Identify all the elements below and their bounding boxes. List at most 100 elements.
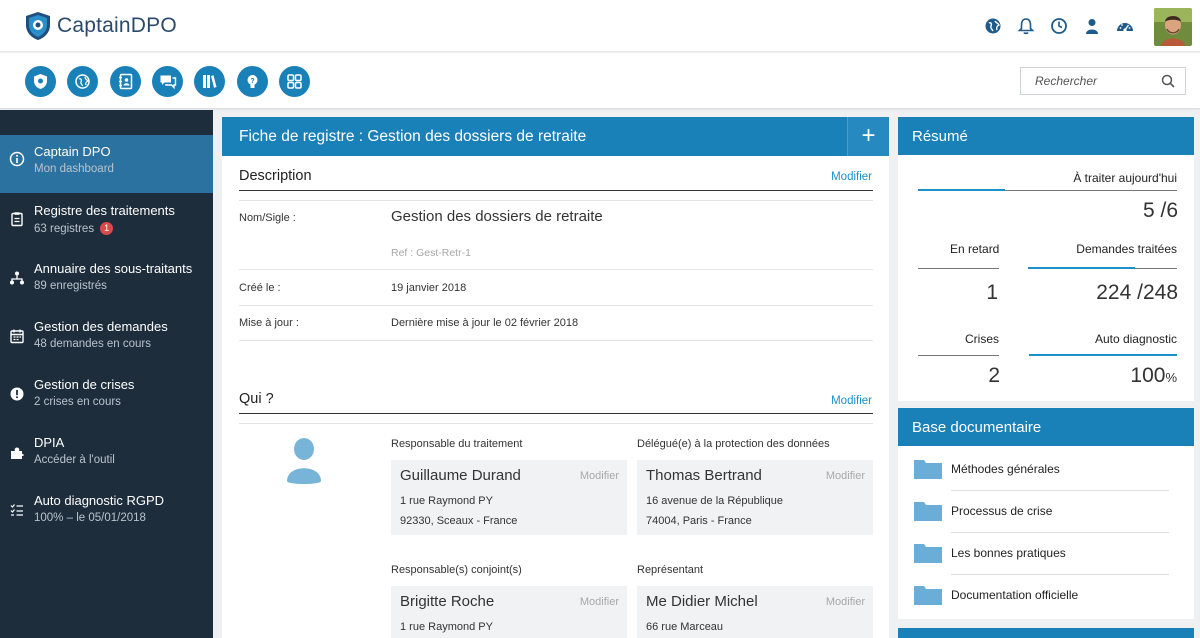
- contact-name: Me Didier Michel: [646, 593, 758, 610]
- diag-value: 100%: [1130, 364, 1177, 388]
- person-icon: [287, 438, 321, 484]
- calendar-icon: [10, 329, 24, 344]
- contact-address-line2: 74004, Paris - France: [646, 515, 752, 527]
- today-progress: [918, 189, 1005, 191]
- toolbar-address-book-button[interactable]: [110, 66, 141, 97]
- contact-name: Thomas Bertrand: [646, 467, 762, 484]
- toolbar-chat-button[interactable]: [152, 66, 183, 97]
- notification-badge: 1: [100, 222, 114, 235]
- card-caption: Responsable du traitement: [391, 438, 523, 450]
- toolbar-globe-button[interactable]: [67, 66, 98, 97]
- doc-label: Documentation officielle: [951, 588, 1079, 602]
- resume-title: Résumé: [912, 128, 968, 145]
- puzzle-icon: [11, 447, 24, 459]
- add-button[interactable]: +: [847, 117, 889, 156]
- late-label: En retard: [950, 242, 1000, 256]
- toolbar-lightbulb-button[interactable]: ?: [237, 66, 268, 97]
- doc-item[interactable]: Méthodes générales: [914, 449, 1169, 491]
- folder-icon: [914, 460, 942, 479]
- info-icon: [9, 151, 25, 167]
- handled-progress: [1028, 267, 1135, 269]
- today-label: À traiter aujourd'hui: [1073, 171, 1177, 185]
- chat-icon: [160, 75, 176, 90]
- user-avatar[interactable]: [1154, 8, 1192, 46]
- clock-icon[interactable]: [1050, 17, 1068, 35]
- sidebar-item-dpia[interactable]: DPIA Accéder à l'outil: [0, 425, 213, 483]
- books-icon: [203, 75, 217, 88]
- crises-label: Crises: [965, 332, 1000, 346]
- modify-contact-link[interactable]: Modifier: [580, 596, 619, 608]
- doc-label: Processus de crise: [951, 504, 1053, 518]
- grid-icon: [287, 74, 302, 89]
- doc-item[interactable]: Processus de crise: [914, 491, 1169, 533]
- resume-panel: Résumé À traiter aujourd'hui 5 /6 En ret…: [898, 117, 1194, 401]
- modify-contact-link[interactable]: Modifier: [826, 596, 865, 608]
- contact-address-line1: 1 rue Raymond PY: [400, 495, 493, 507]
- search-icon[interactable]: [1161, 74, 1175, 88]
- sidebar-item-dashboard[interactable]: Captain DPO Mon dashboard: [0, 135, 213, 193]
- resume-header: Résumé: [898, 117, 1194, 155]
- modify-description-link[interactable]: Modifier: [831, 171, 872, 183]
- toolbar-books-button[interactable]: [194, 66, 225, 97]
- sidebar-item-subtitle: 100% – le 05/01/2018: [34, 512, 146, 524]
- lightbulb-icon: ?: [247, 75, 258, 88]
- doc-item[interactable]: Documentation officielle: [914, 575, 1169, 617]
- captaindpo-logo-icon: [26, 12, 50, 40]
- search-box: [1020, 67, 1186, 95]
- panel-header: Fiche de registre : Gestion des dossiers…: [222, 117, 889, 156]
- card-caption: Responsable(s) conjoint(s): [391, 564, 522, 576]
- sidebar-item-demandes[interactable]: Gestion des demandes 48 demandes en cour…: [0, 309, 213, 367]
- toolbar-grid-button[interactable]: [279, 66, 310, 97]
- sidebar-item-annuaire[interactable]: Annuaire des sous-traitants 89 enregistr…: [0, 251, 213, 309]
- cree-label: Créé le :: [239, 282, 281, 294]
- modify-contact-link[interactable]: Modifier: [580, 470, 619, 482]
- handled-label: Demandes traitées: [1076, 242, 1177, 256]
- sidebar-item-title: Auto diagnostic RGPD: [34, 493, 165, 508]
- contact-address-line1: 1 rue Raymond PY: [400, 621, 493, 633]
- clipboard-icon: [11, 212, 23, 227]
- ref-value: Ref : Gest-Retr-1: [391, 247, 471, 259]
- doc-item[interactable]: Les bonnes pratiques: [914, 533, 1169, 575]
- contact-address-line1: 16 avenue de la République: [646, 495, 784, 507]
- app-name: CaptainDPO: [57, 14, 177, 37]
- contact-address-line2: 92330, Sceaux - France: [400, 515, 518, 527]
- contact-card: Me Didier Michel Modifier 66 rue Marceau: [637, 586, 873, 638]
- sidebar-item-title: Gestion de crises: [34, 377, 135, 392]
- user-icon[interactable]: [1083, 17, 1101, 35]
- bell-icon[interactable]: [1017, 17, 1035, 35]
- divider: [239, 423, 873, 424]
- nom-label: Nom/Sigle :: [239, 212, 296, 224]
- diag-label: Auto diagnostic: [1094, 332, 1177, 346]
- folder-icon: [914, 502, 942, 521]
- divider: [239, 340, 873, 341]
- nom-value: Gestion des dossiers de retraite: [391, 208, 603, 225]
- contact-name: Brigitte Roche: [400, 593, 495, 610]
- modify-contact-link[interactable]: Modifier: [826, 470, 865, 482]
- modify-qui-link[interactable]: Modifier: [831, 395, 872, 407]
- app-logo[interactable]: CaptainDPO: [24, 11, 177, 41]
- top-header: CaptainDPO: [0, 0, 1200, 52]
- sidebar-item-title: Captain DPO: [34, 144, 111, 159]
- divider: [239, 269, 873, 270]
- toolbar-shield-button[interactable]: [25, 66, 56, 97]
- header-actions: [984, 17, 1134, 35]
- divider: [239, 200, 873, 201]
- sidebar-item-registre[interactable]: Registre des traitements 63 registres 1: [0, 193, 213, 251]
- registre-panel: Fiche de registre : Gestion des dossiers…: [222, 117, 889, 638]
- section-title-description: Description: [239, 168, 312, 184]
- maj-value: Dernière mise à jour le 02 février 2018: [391, 317, 579, 329]
- panel-title: Fiche de registre : Gestion des dossiers…: [239, 128, 587, 145]
- late-value: 1: [986, 281, 998, 304]
- contact-name: Guillaume Durand: [400, 467, 521, 484]
- search-input[interactable]: [1021, 68, 1151, 94]
- globe-icon[interactable]: [984, 17, 1002, 35]
- dashboard-icon[interactable]: [1116, 17, 1134, 35]
- address-book-icon: [119, 73, 133, 90]
- sidebar-item-auto-diagnostic[interactable]: Auto diagnostic RGPD 100% – le 05/01/201…: [0, 483, 213, 541]
- maj-label: Mise à jour :: [239, 317, 299, 329]
- sidebar-item-crises[interactable]: Gestion de crises 2 crises en cours: [0, 367, 213, 425]
- sidebar-item-subtitle: Accéder à l'outil: [34, 454, 115, 466]
- folder-icon: [914, 544, 942, 563]
- card-caption: Représentant: [637, 564, 704, 576]
- sidebar-item-title: Registre des traitements: [34, 203, 175, 218]
